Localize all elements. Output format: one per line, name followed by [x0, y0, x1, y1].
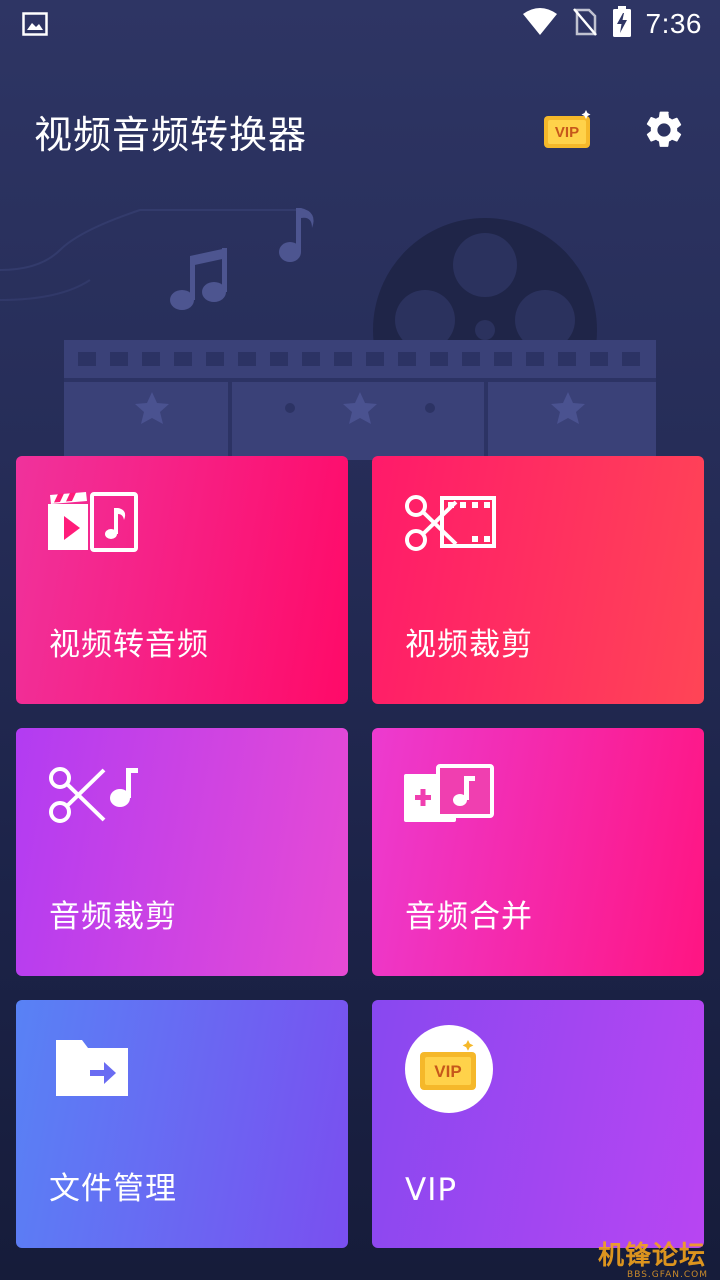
header-illustration	[0, 170, 720, 460]
tile-audio-crop[interactable]: 音频裁剪	[16, 728, 348, 976]
music-note-icon	[170, 248, 227, 310]
vip-ticket-icon: VIP	[544, 110, 591, 148]
gear-icon	[646, 111, 682, 147]
svg-text:VIP: VIP	[555, 124, 579, 141]
tile-vip[interactable]: VIP VIP	[372, 1000, 704, 1248]
scissors-music-icon	[48, 764, 140, 830]
battery-charging-icon	[612, 6, 632, 42]
status-bar: 7:36	[0, 0, 720, 52]
settings-button[interactable]	[642, 108, 686, 152]
watermark-text: 机锋论坛	[597, 1241, 706, 1271]
vip-badge-icon: VIP	[404, 1024, 494, 1118]
page-title: 视频音频转换器	[34, 113, 308, 157]
vip-header-button[interactable]: VIP	[542, 106, 594, 152]
scissors-film-icon	[404, 492, 496, 558]
tile-video-to-audio[interactable]: 视频转音频	[16, 456, 348, 704]
tile-label: 文件管理	[49, 1171, 177, 1207]
svg-text:VIP: VIP	[434, 1062, 461, 1081]
watermark-url: BBS.GFAN.COM	[627, 1270, 708, 1280]
no-sim-icon	[572, 7, 598, 41]
tile-label: 视频转音频	[49, 627, 209, 663]
image-notification-icon	[22, 12, 48, 40]
tile-label: 音频裁剪	[49, 899, 177, 935]
add-music-icon	[404, 764, 496, 830]
app-bar: 视频音频转换器 VIP	[0, 90, 720, 170]
tile-video-crop[interactable]: 视频裁剪	[372, 456, 704, 704]
tile-label: 音频合并	[405, 899, 533, 935]
tile-label: 视频裁剪	[405, 627, 533, 663]
tile-audio-merge[interactable]: 音频合并	[372, 728, 704, 976]
folder-move-icon	[54, 1038, 130, 1102]
tile-file-manager[interactable]: 文件管理	[16, 1000, 348, 1248]
status-time: 7:36	[645, 8, 702, 39]
video-music-icon	[48, 492, 138, 558]
wifi-icon	[522, 8, 558, 40]
tile-label: VIP	[405, 1172, 458, 1208]
